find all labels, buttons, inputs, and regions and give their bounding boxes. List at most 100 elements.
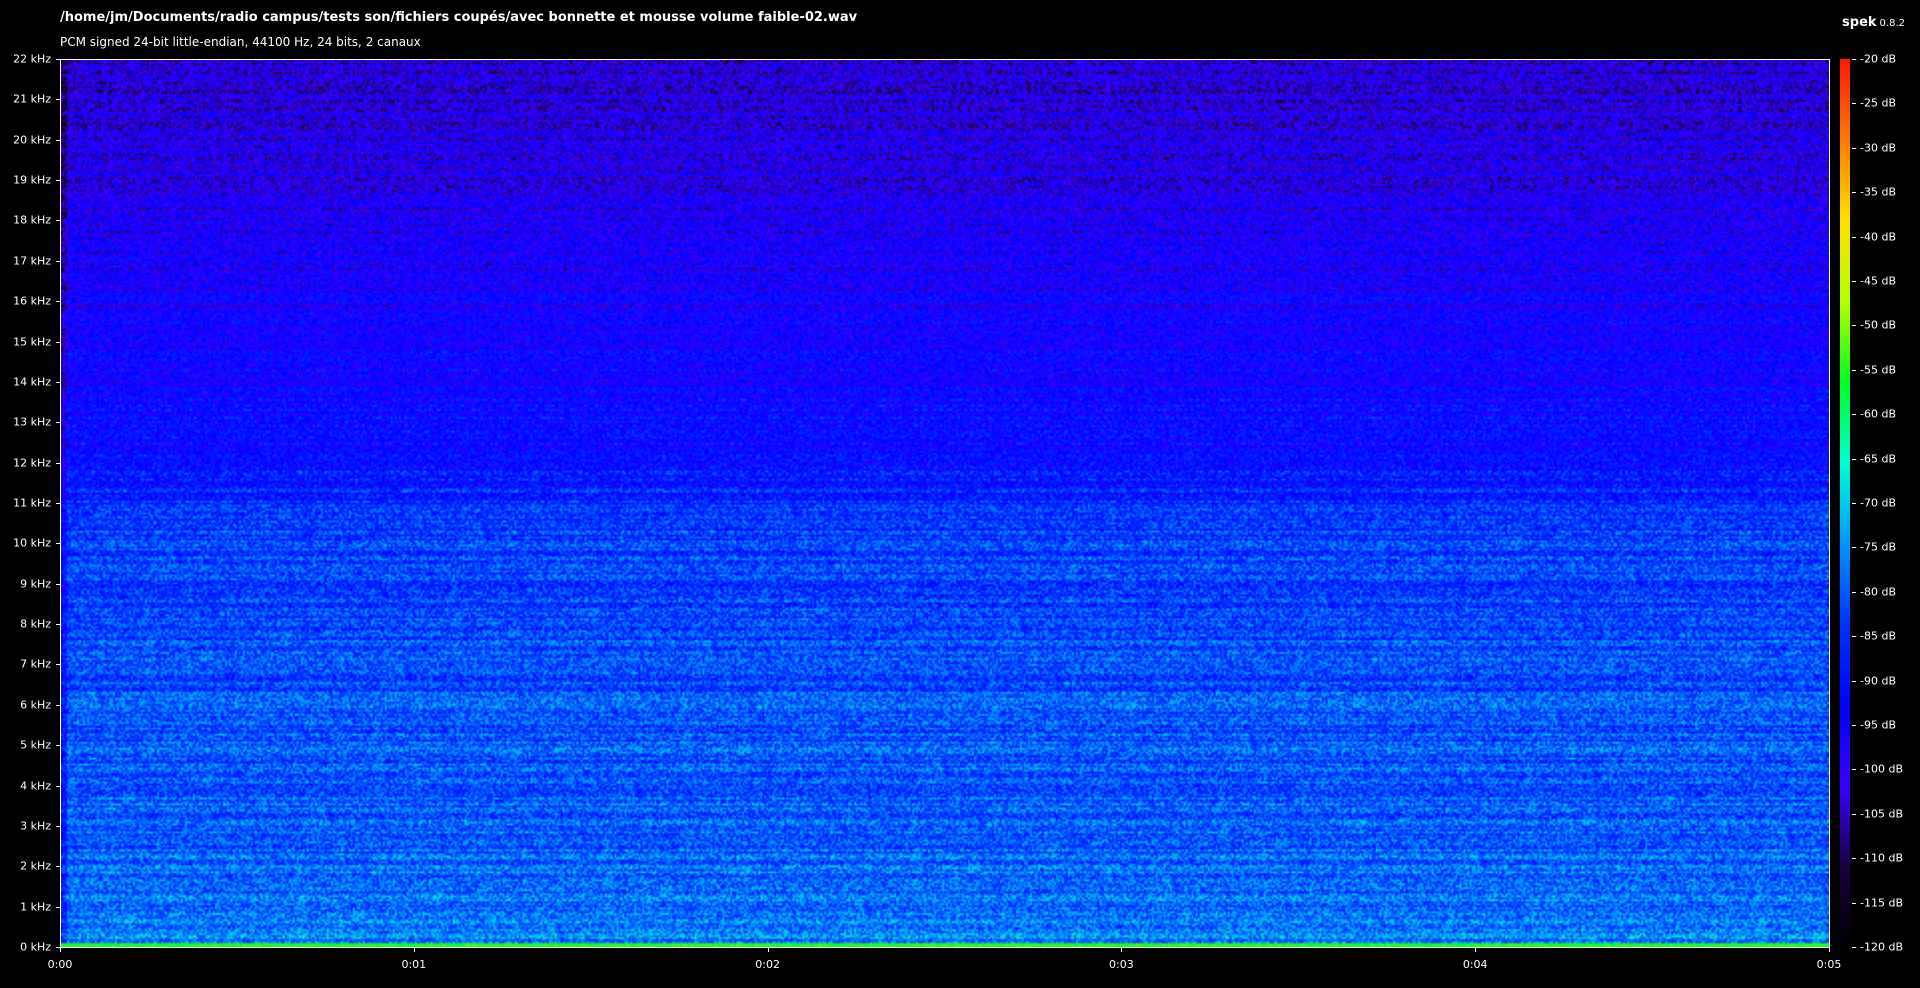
db-label: -40 dB	[1860, 230, 1896, 244]
db-label: -120 dB	[1860, 940, 1903, 954]
db-label: -45 dB	[1860, 274, 1896, 288]
freq-tick	[56, 382, 60, 383]
freq-label: 18 kHz	[13, 213, 51, 227]
db-label: -50 dB	[1860, 318, 1896, 332]
db-tick	[1852, 725, 1856, 726]
freq-label: 21 kHz	[13, 92, 51, 106]
freq-tick	[56, 543, 60, 544]
db-tick	[1852, 636, 1856, 637]
freq-label: 10 kHz	[13, 536, 51, 550]
db-label: -80 dB	[1860, 585, 1896, 599]
freq-tick	[56, 584, 60, 585]
db-tick	[1852, 769, 1856, 770]
db-label: -35 dB	[1860, 185, 1896, 199]
freq-tick	[56, 59, 60, 60]
freq-tick	[56, 866, 60, 867]
freq-tick	[56, 220, 60, 221]
app-version: 0.8.2	[1879, 18, 1905, 29]
db-label: -20 dB	[1860, 52, 1896, 66]
db-tick	[1852, 59, 1856, 60]
freq-tick	[56, 180, 60, 181]
freq-label: 0 kHz	[20, 940, 51, 954]
time-tick	[1121, 948, 1122, 952]
db-label: -75 dB	[1860, 540, 1896, 554]
freq-tick	[56, 664, 60, 665]
freq-tick	[56, 826, 60, 827]
freq-label: 15 kHz	[13, 335, 51, 349]
db-label: -90 dB	[1860, 674, 1896, 688]
time-tick	[414, 948, 415, 952]
db-tick	[1852, 148, 1856, 149]
freq-label: 14 kHz	[13, 375, 51, 389]
db-tick	[1852, 459, 1856, 460]
db-label: -65 dB	[1860, 452, 1896, 466]
db-tick	[1852, 370, 1856, 371]
freq-label: 8 kHz	[20, 617, 51, 631]
freq-tick	[56, 624, 60, 625]
db-color-scale	[1840, 59, 1850, 948]
spectrogram-canvas	[61, 60, 1829, 947]
freq-label: 22 kHz	[13, 52, 51, 66]
freq-tick	[56, 422, 60, 423]
freq-tick	[56, 745, 60, 746]
time-label: 0:04	[1462, 958, 1488, 971]
freq-label: 11 kHz	[13, 496, 51, 510]
db-tick	[1852, 503, 1856, 504]
freq-label: 2 kHz	[20, 859, 51, 873]
freq-label: 16 kHz	[13, 294, 51, 308]
freq-label: 4 kHz	[20, 779, 51, 793]
db-label: -85 dB	[1860, 629, 1896, 643]
time-label: 0:05	[1816, 958, 1842, 971]
time-tick	[1829, 948, 1830, 952]
spek-window: /home/jm/Documents/radio campus/tests so…	[0, 0, 1920, 988]
db-label: -55 dB	[1860, 363, 1896, 377]
app-name: spek	[1842, 15, 1877, 30]
time-tick	[60, 948, 61, 952]
freq-tick	[56, 463, 60, 464]
db-label: -100 dB	[1860, 762, 1903, 776]
file-format-info: PCM signed 24-bit little-endian, 44100 H…	[60, 35, 421, 49]
db-label: -25 dB	[1860, 96, 1896, 110]
time-label: 0:03	[1109, 958, 1134, 971]
freq-label: 3 kHz	[20, 819, 51, 833]
spectrogram-plot[interactable]	[60, 59, 1830, 948]
db-tick	[1852, 192, 1856, 193]
freq-tick	[56, 99, 60, 100]
freq-tick	[56, 503, 60, 504]
db-label: -95 dB	[1860, 718, 1896, 732]
freq-label: 1 kHz	[20, 900, 51, 914]
freq-tick	[56, 907, 60, 908]
db-tick	[1852, 814, 1856, 815]
app-brand: spek 0.8.2	[1842, 11, 1905, 30]
db-label: -110 dB	[1860, 851, 1903, 865]
db-label: -30 dB	[1860, 141, 1896, 155]
freq-label: 7 kHz	[20, 657, 51, 671]
db-label: -105 dB	[1860, 807, 1903, 821]
freq-tick	[56, 705, 60, 706]
db-tick	[1852, 414, 1856, 415]
db-tick	[1852, 237, 1856, 238]
file-path-title: /home/jm/Documents/radio campus/tests so…	[60, 10, 858, 25]
db-tick	[1852, 281, 1856, 282]
db-tick	[1852, 858, 1856, 859]
db-tick	[1852, 103, 1856, 104]
time-label: 0:01	[401, 958, 427, 971]
freq-label: 13 kHz	[13, 415, 51, 429]
db-label: -115 dB	[1860, 896, 1903, 910]
time-label: 0:00	[47, 958, 73, 971]
freq-label: 19 kHz	[13, 173, 51, 187]
db-tick	[1852, 325, 1856, 326]
freq-label: 12 kHz	[13, 456, 51, 470]
freq-tick	[56, 342, 60, 343]
freq-label: 5 kHz	[20, 738, 51, 752]
freq-label: 20 kHz	[13, 133, 51, 147]
time-tick	[1475, 948, 1476, 952]
db-tick	[1852, 681, 1856, 682]
freq-tick	[56, 261, 60, 262]
db-tick	[1852, 947, 1856, 948]
freq-tick	[56, 301, 60, 302]
time-tick	[768, 948, 769, 952]
db-tick	[1852, 547, 1856, 548]
db-tick	[1852, 592, 1856, 593]
freq-tick	[56, 140, 60, 141]
